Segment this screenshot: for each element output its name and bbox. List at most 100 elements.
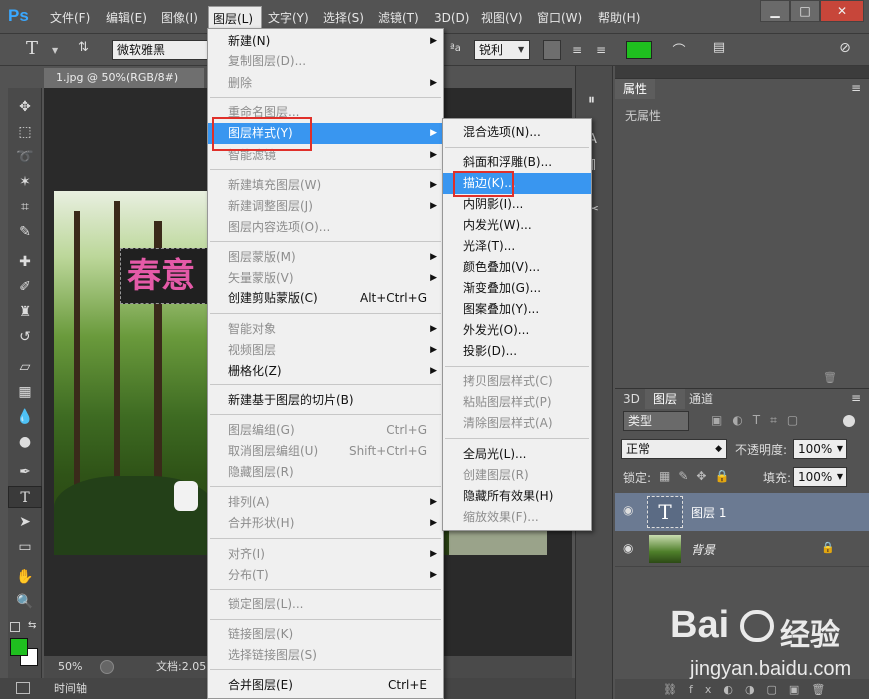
menu-item[interactable]: 图层样式(Y) ▶ [208,123,443,144]
layer-name[interactable]: 图层 1 [691,504,726,521]
layer-name[interactable]: 背景 [691,541,715,558]
menu-item[interactable]: 合并图层(E) Ctrl+E [208,675,443,696]
tab-properties[interactable]: 属性 [615,79,656,99]
lock-option-icons[interactable]: ▦✎✥🔒 [659,469,737,483]
menu-3d[interactable]: 3D(D) [432,8,471,28]
menu-help[interactable]: 帮助(H) [596,8,642,28]
pen-tool-icon[interactable]: ✒ [8,461,42,483]
menu-item[interactable]: 内发光(W)... [443,215,591,236]
menu-layer[interactable]: 图层(L) [208,6,262,30]
tab-3d[interactable]: 3D [615,389,648,409]
history-brush-icon[interactable]: ↺ [8,326,42,348]
menu-item: 粘贴图层样式(P) [443,392,591,413]
filter-kind-select[interactable]: 类型 [623,411,689,431]
layer-filter-icons[interactable]: ▣◐T⌗▢ [711,413,808,428]
layer-row[interactable]: ◉ 背景 🔒 [615,531,869,567]
brush-tool-icon[interactable]: ✐ [8,276,42,298]
align-left-icon[interactable] [543,40,561,60]
document-tab[interactable]: 1.jpg @ 50%(RGB/8#) [44,68,204,88]
default-colors-icon[interactable] [10,622,20,632]
menu-item[interactable]: 光泽(T)... [443,236,591,257]
menu-item[interactable]: 新建基于图层的切片(B) [208,390,443,411]
menu-view[interactable]: 视图(V) [479,8,525,28]
menu-item[interactable]: 外发光(O)... [443,320,591,341]
crop-tool-icon[interactable]: ⌗ [8,196,42,218]
type-tool-preset-icon[interactable]: T [26,38,46,60]
panel-menu-icon[interactable]: ≡ [851,81,861,95]
swap-colors-icon[interactable]: ⇆ [28,620,36,631]
type-tool-icon[interactable]: T [8,486,42,508]
history-panel-icon[interactable]: ⏸ [588,92,595,108]
font-family-field[interactable]: 微软雅黑 [112,40,208,60]
character-panel-icon[interactable]: ▤ [710,40,728,60]
menu-item[interactable]: 内阴影(I)... [443,194,591,215]
tab-layers[interactable]: 图层 [645,389,686,409]
cancel-icon[interactable]: ⊘ [836,40,854,60]
text-layer-preview[interactable]: 春意 [120,248,210,304]
chevron-down-icon[interactable]: ▼ [518,45,526,54]
status-menu-icon[interactable] [100,660,114,674]
chevron-down-icon[interactable]: ▼ [52,46,60,55]
menu-file[interactable]: 文件(F) [48,8,92,28]
eraser-tool-icon[interactable]: ▱ [8,356,42,378]
blur-tool-icon[interactable]: 💧 [8,406,42,428]
menu-item: 对齐(I) ▶ [208,544,443,565]
menu-item[interactable]: 投影(D)... [443,341,591,362]
submenu-arrow-icon: ▶ [430,150,437,160]
zoom-level[interactable]: 50% [58,656,82,678]
menu-filter[interactable]: 滤镜(T) [376,8,421,28]
lasso-tool-icon[interactable]: ➰ [8,146,42,168]
eye-icon[interactable]: ◉ [623,503,637,517]
move-tool-icon[interactable]: ✥ [8,96,42,118]
path-selection-icon[interactable]: ➤ [8,511,42,533]
menu-image[interactable]: 图像(I) [159,8,200,28]
menu-window[interactable]: 窗口(W) [535,8,584,28]
filter-toggle-icon[interactable] [843,415,855,427]
rectangle-tool-icon[interactable]: ▭ [8,536,42,558]
menu-item[interactable]: 斜面和浮雕(B)... [443,152,591,173]
eye-icon[interactable]: ◉ [623,541,637,555]
layer-row[interactable]: ◉ T 图层 1 [615,493,869,531]
panel-menu-icon[interactable]: ≡ [851,391,861,405]
menu-select[interactable]: 选择(S) [321,8,366,28]
menu-type[interactable]: 文字(Y) [266,8,311,28]
menu-item[interactable]: 描边(K)... [443,173,591,194]
menu-item[interactable]: 图案叠加(Y)... [443,299,591,320]
warp-text-icon[interactable]: ⌒ [670,40,688,60]
gradient-tool-icon[interactable]: ▦ [8,381,42,403]
menu-item-label: 外发光(O)... [463,323,530,337]
clone-stamp-icon[interactable]: ♜ [8,301,42,323]
hand-tool-icon[interactable]: ✋ [8,566,42,588]
trash-icon[interactable]: 🗑 [823,371,837,384]
menu-item[interactable]: 混合选项(N)... [443,122,591,143]
toggle-orientation-icon[interactable]: ⇅ [78,40,100,60]
timeline-label[interactable]: 时间轴 [54,678,87,699]
close-button[interactable]: ✕ [820,0,864,22]
maximize-button[interactable]: □ [790,0,820,22]
foreground-color-swatch[interactable] [10,638,28,656]
marquee-tool-icon[interactable]: ⬚ [8,121,42,143]
fill-field[interactable]: 100% ▼ [793,467,847,487]
minimize-button[interactable]: ▁ [760,0,790,22]
tab-channels[interactable]: 通道 [681,389,721,409]
zoom-tool-icon[interactable]: 🔍 [8,591,42,613]
opacity-field[interactable]: 100% ▼ [793,439,847,459]
menu-item[interactable]: 新建(N) ▶ [208,31,443,52]
text-color-swatch[interactable] [626,41,652,59]
menu-item[interactable]: 渐变叠加(G)... [443,278,591,299]
dodge-tool-icon[interactable]: ● [8,431,42,453]
timeline-icon[interactable] [16,682,30,694]
align-center-icon[interactable]: ≡ [568,40,586,60]
eyedropper-icon[interactable]: ✎ [8,221,42,243]
blend-mode-select[interactable]: 正常 ◆ [621,439,727,459]
menu-edit[interactable]: 编辑(E) [104,8,149,28]
chevron-down-icon: ◆ [715,444,722,454]
align-right-icon[interactable]: ≡ [592,40,610,60]
magic-wand-icon[interactable]: ✶ [8,171,42,193]
healing-brush-icon[interactable]: ✚ [8,251,42,273]
menu-item[interactable]: 创建剪贴蒙版(C) Alt+Ctrl+G [208,288,443,309]
menu-item[interactable]: 全局光(L)... [443,444,591,465]
menu-item[interactable]: 隐藏所有效果(H) [443,486,591,507]
menu-item[interactable]: 栅格化(Z) ▶ [208,361,443,382]
menu-item[interactable]: 颜色叠加(V)... [443,257,591,278]
